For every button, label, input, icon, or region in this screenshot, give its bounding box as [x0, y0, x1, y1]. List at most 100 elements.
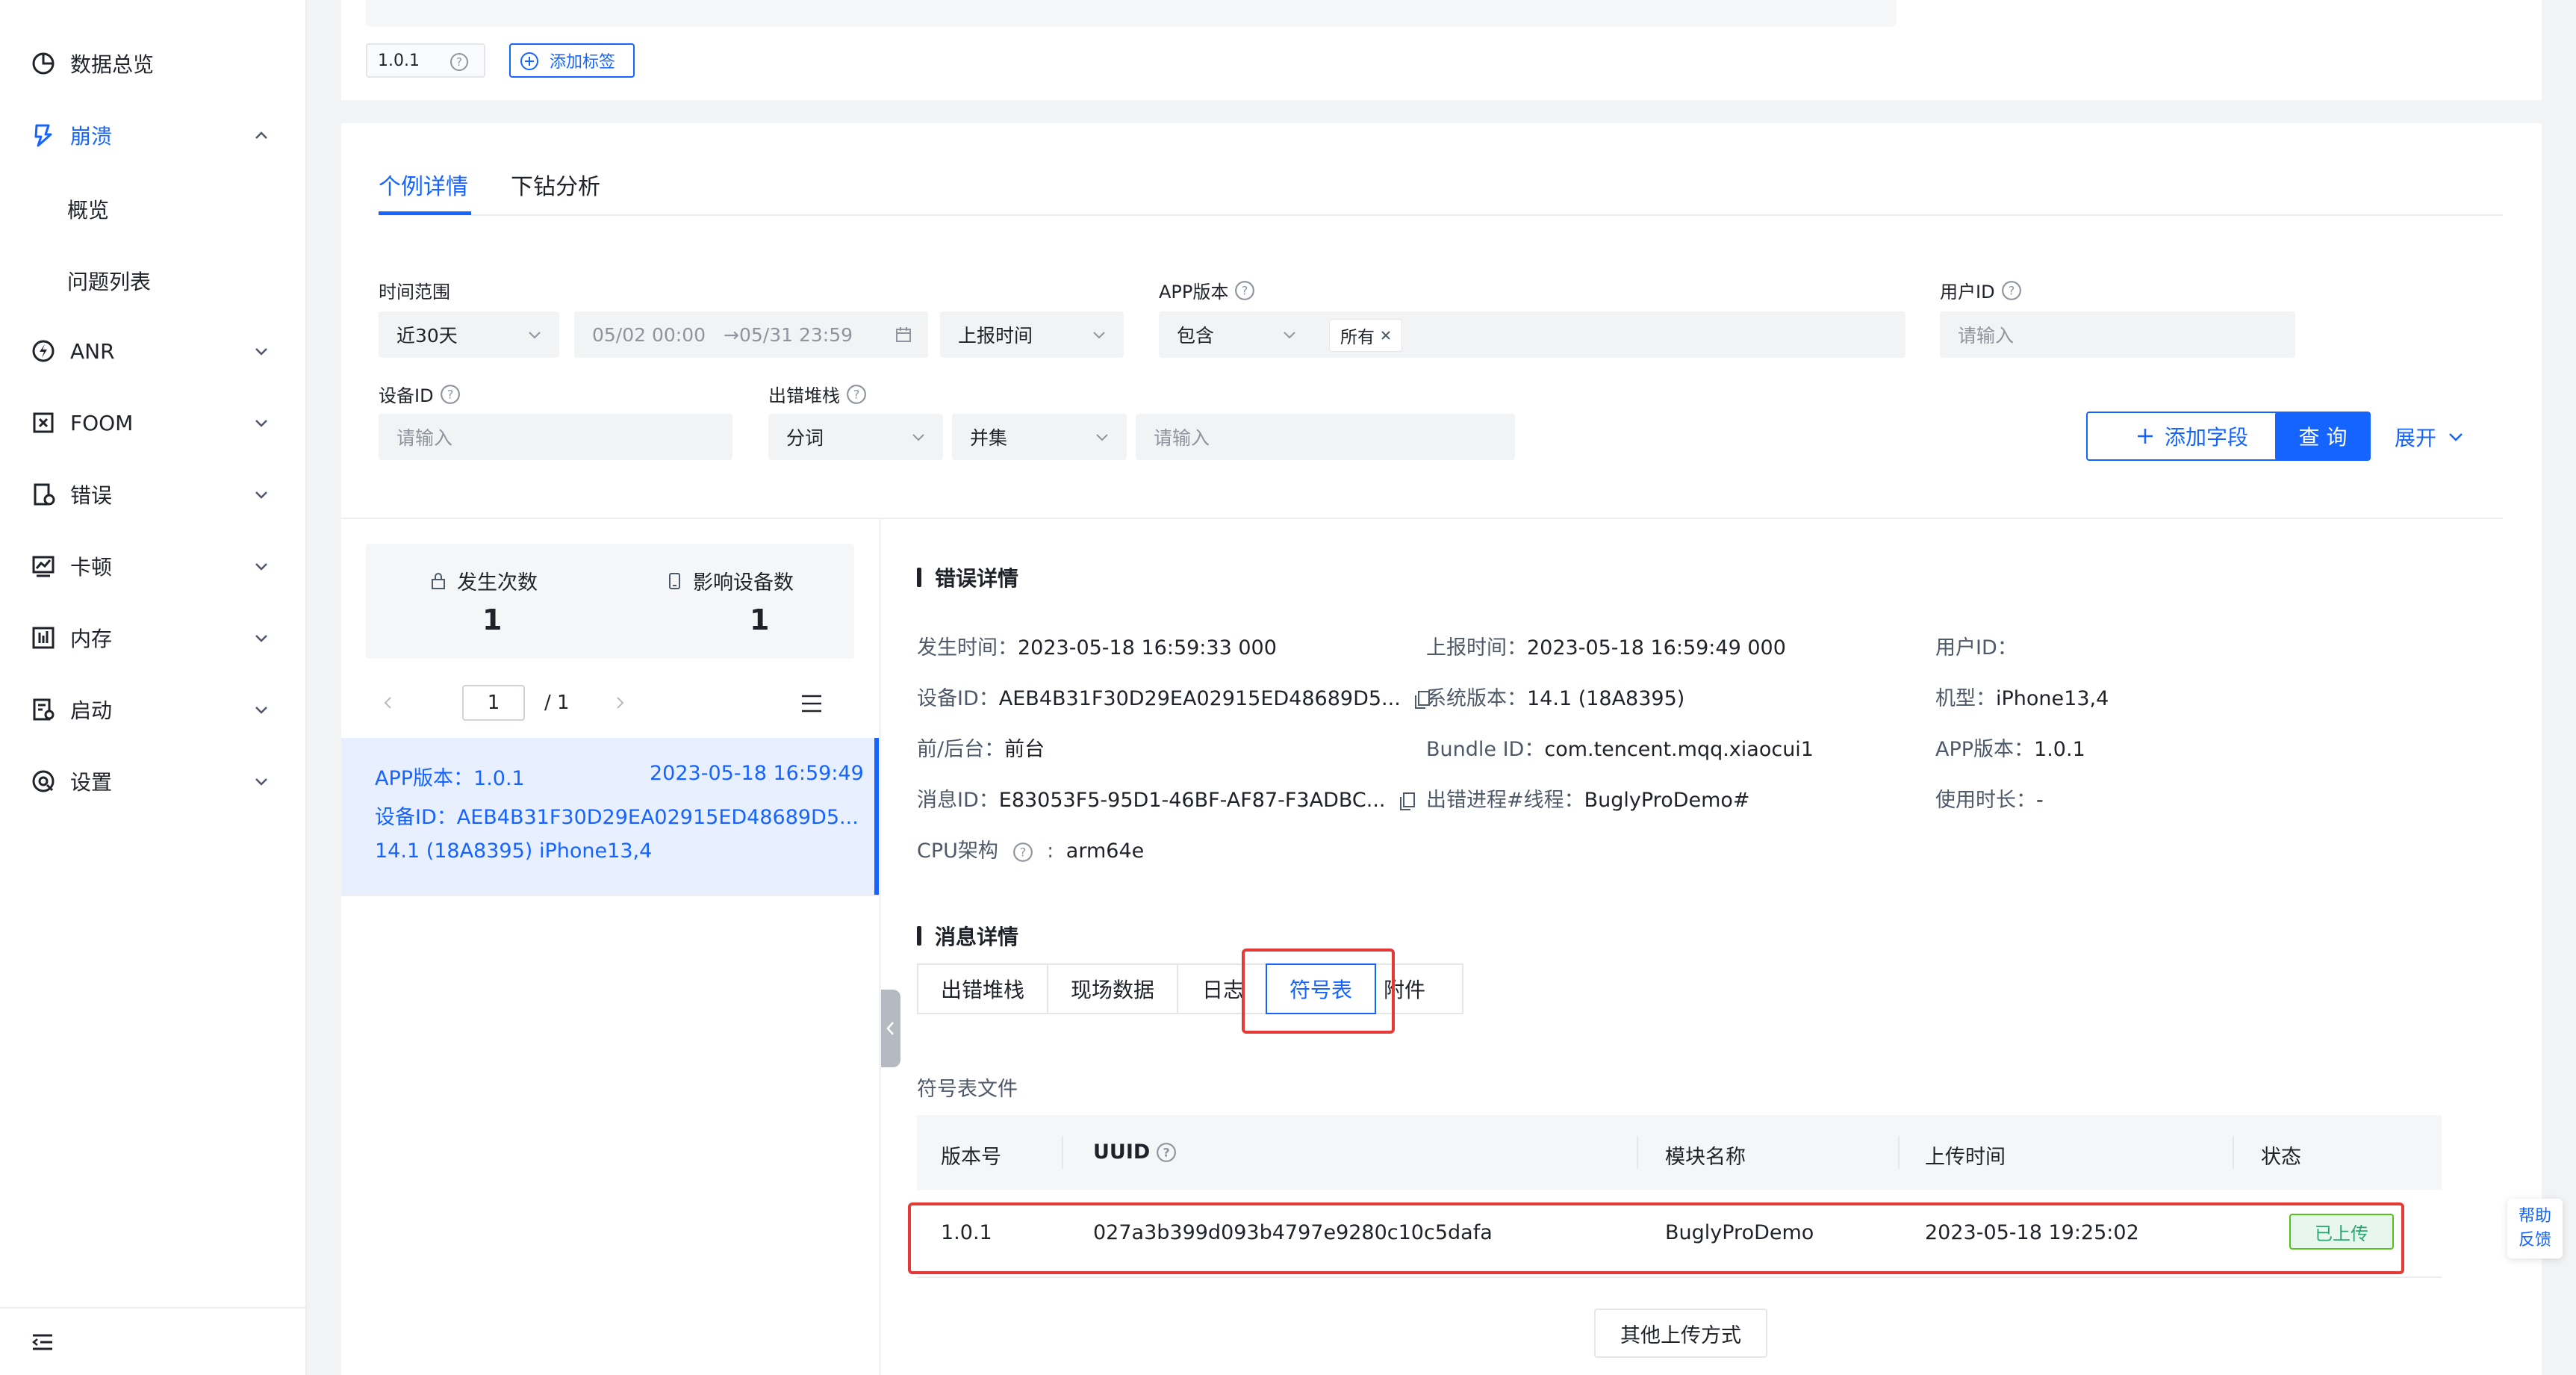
crash-icon [30, 122, 57, 149]
sidebar-item-anr[interactable]: ANR [0, 315, 307, 387]
subtab-log[interactable]: 日志 [1177, 963, 1269, 1014]
add-field-button[interactable]: 添加字段 [2086, 412, 2297, 461]
column-version: 版本号 [941, 1140, 1001, 1170]
date-start: 05/02 00:00 [592, 323, 706, 346]
lock-icon [432, 572, 445, 589]
time-type-value: 上报时间 [958, 325, 1033, 347]
expand-link[interactable]: 展开 [2395, 422, 2466, 452]
sidebar-item-error[interactable]: 错误 [0, 459, 307, 530]
help-circle-icon[interactable]: ? [846, 384, 867, 405]
help-circle-icon[interactable]: ? [1012, 842, 1033, 863]
query-button[interactable]: 查 询 [2275, 412, 2371, 461]
cell-version: 1.0.1 [941, 1221, 992, 1244]
copy-icon[interactable] [1398, 791, 1417, 812]
sidebar-item-lag[interactable]: 卡顿 [0, 530, 307, 602]
tab-case-detail[interactable]: 个例详情 [379, 168, 468, 201]
user-id-input[interactable]: 请输入 [1940, 311, 2295, 358]
field-separator: : [1047, 839, 1054, 863]
cell-upload-time: 2023-05-18 19:25:02 [1925, 1221, 2139, 1244]
sidebar-subitem-overview[interactable]: 概览 [67, 194, 109, 224]
case-list-item[interactable]: APP版本：1.0.1 2023-05-18 16:59:49 设备ID：AEB… [341, 738, 879, 895]
column-separator [1898, 1136, 1900, 1169]
table-header: 版本号 UUID ? 模块名称 上传时间 状态 [917, 1115, 2442, 1190]
help-circle-icon[interactable]: ? [2001, 280, 2022, 301]
chevron-left-icon[interactable] [379, 693, 398, 713]
column-separator [1062, 1136, 1063, 1169]
collapse-panel-handle[interactable] [881, 990, 900, 1067]
stack-input[interactable]: 请输入 [1136, 414, 1515, 460]
sidebar-item-foom[interactable]: FOOM [0, 387, 307, 459]
close-icon[interactable] [1378, 327, 1394, 344]
affected-devices-label-text: 影响设备数 [693, 571, 794, 595]
sidebar-item-overview[interactable]: 数据总览 [0, 28, 307, 99]
version-tag: 1.0.1 ? [366, 43, 485, 78]
chevron-down-icon [255, 707, 267, 714]
app-version-tag: 所有 [1329, 319, 1402, 352]
sidebar-item-label: 卡顿 [70, 555, 113, 580]
help-circle-icon[interactable]: ? [1234, 280, 1255, 301]
other-upload-methods-button[interactable]: 其他上传方式 [1594, 1309, 1767, 1358]
help-circle-icon[interactable]: ? [440, 384, 461, 405]
column-version-text: 版本号 [941, 1146, 1001, 1169]
sidebar-item-settings[interactable]: 设置 [0, 745, 307, 817]
query-label: 查 询 [2298, 425, 2348, 450]
subtab-stack[interactable]: 出错堆栈 [917, 963, 1048, 1014]
settings-icon [30, 768, 57, 795]
help-circle-icon[interactable]: ? [1156, 1142, 1177, 1163]
model-field: 机型：iPhone13,4 [1935, 682, 2109, 711]
page-number-input[interactable]: 1 [462, 685, 525, 721]
field-key: 用户ID： [1935, 636, 2017, 659]
tab-drilldown-analysis[interactable]: 下钻分析 [511, 168, 600, 201]
expand-label: 展开 [2395, 426, 2437, 450]
filter-panel: 个例详情 下钻分析 时间范围 APP版本 ? 用户ID ? 近30天 05/02… [341, 123, 2542, 519]
active-tab-indicator [379, 211, 471, 215]
column-uuid-text: UUID [1093, 1140, 1151, 1164]
field-value: 2023-05-18 16:59:33 000 [1018, 636, 1277, 659]
chevron-right-icon[interactable] [610, 693, 629, 713]
report-time-field: 上报时间：2023-05-18 16:59:49 000 [1426, 631, 1786, 660]
help-circle-icon[interactable]: ? [449, 52, 469, 72]
app-version-tag-text: 所有 [1340, 328, 1375, 347]
collapse-menu-icon[interactable] [30, 1329, 55, 1355]
subtab-symbol-table[interactable]: 符号表 [1266, 963, 1376, 1014]
os-version-field: 系统版本：14.1 (18A8395) [1426, 682, 1684, 711]
cell-module: BuglyProDemo [1665, 1221, 1814, 1244]
sidebar-item-memory[interactable]: 内存 [0, 602, 307, 674]
field-key: CPU架构 [917, 839, 998, 863]
user-id-field: 用户ID： [1935, 631, 2017, 660]
field-key: 出错进程#线程： [1426, 789, 1584, 812]
time-type-select[interactable]: 上报时间 [940, 311, 1124, 358]
sidebar-item-launch[interactable]: 启动 [0, 674, 307, 745]
help-feedback-button[interactable]: 帮助 反馈 [2507, 1199, 2563, 1258]
field-value: - [2036, 789, 2044, 812]
sidebar-item-crash[interactable]: 崩溃 [0, 99, 307, 171]
svg-text:?: ? [447, 387, 453, 401]
add-tag-button[interactable]: 添加标签 [509, 43, 635, 78]
chevron-down-icon [1284, 332, 1295, 339]
app-version-operator[interactable]: 包含 [1177, 321, 1214, 348]
app-version-filter[interactable]: 包含 所有 [1159, 311, 1905, 358]
subtab-scene-data[interactable]: 现场数据 [1047, 963, 1178, 1014]
time-range-select[interactable]: 近30天 [379, 311, 559, 358]
occurrence-count-value: 1 [482, 603, 503, 636]
case-device-id: 设备ID：AEB4B31F30D29EA02915ED48689D5... [375, 806, 859, 829]
field-value: 1.0.1 [2034, 738, 2085, 761]
pie-chart-icon [30, 50, 57, 77]
stack-set-select[interactable]: 并集 [952, 414, 1127, 460]
calendar-icon [896, 327, 911, 342]
field-key: 消息ID： [917, 789, 999, 812]
subtab-attachment[interactable]: 附件 [1375, 963, 1463, 1014]
svg-text:?: ? [853, 387, 860, 401]
pager: 1 / 1 [379, 685, 827, 722]
sidebar-item-label: 设置 [70, 770, 113, 795]
date-range-picker[interactable]: 05/02 00:00 →05/31 23:59 [574, 311, 928, 358]
device-id-input[interactable]: 请输入 [379, 414, 732, 460]
sidebar-item-label: ANR [70, 338, 115, 364]
stack-mode-select[interactable]: 分词 [768, 414, 943, 460]
error-icon [30, 481, 57, 508]
memory-icon [30, 624, 57, 651]
list-menu-icon[interactable] [800, 692, 824, 715]
field-value: 14.1 (18A8395) [1527, 687, 1685, 710]
sidebar-subitem-issue-list[interactable]: 问题列表 [67, 266, 151, 296]
column-status: 状态 [2261, 1140, 2301, 1170]
